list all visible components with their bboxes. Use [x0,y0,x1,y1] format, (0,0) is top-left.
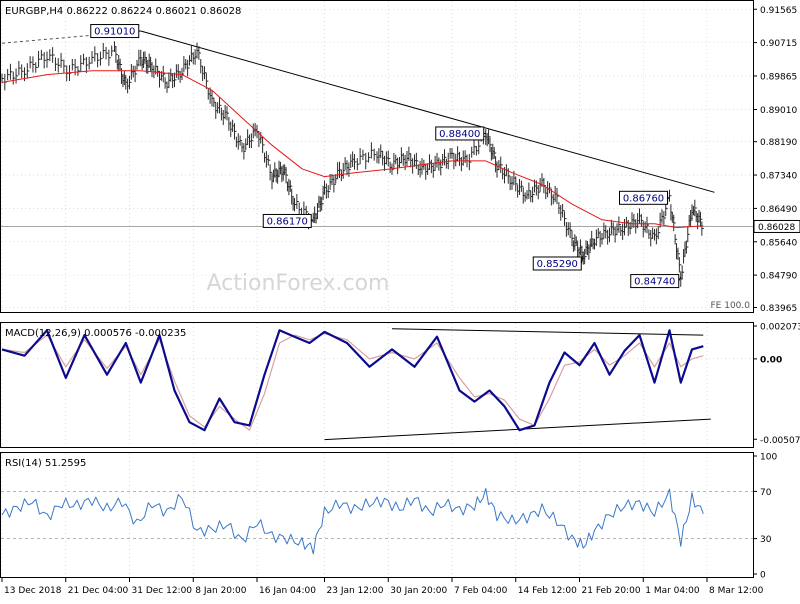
x-tick-label: 21 Dec 04:00 [68,586,129,596]
watermark: ActionForex.com [207,271,390,296]
callout-label: 0.86760 [623,193,664,204]
rsi-panel-frame [0,452,754,578]
x-tick-label: 8 Jan 20:00 [195,586,247,596]
last-price-label: 0.86028 [758,223,795,233]
price-tick-label: 0.91565 [760,6,797,16]
callout-label: 0.86170 [267,216,308,227]
rsi-tick-label: 70 [760,488,772,498]
x-tick-label: 30 Jan 20:00 [390,586,447,596]
price-tick-label: 0.84790 [760,272,797,282]
x-tick-label: 8 Mar 12:00 [709,586,764,596]
x-tick-label: 14 Feb 12:00 [518,586,577,596]
price-header: EURGBP,H4 0.86222 0.86224 0.86021 0.8602… [5,6,241,17]
callout-label: 0.88400 [439,129,480,140]
price-tick-label: 0.85640 [760,238,797,248]
macd-header: MACD(12,26,9) 0.000576 -0.000235 [5,328,186,339]
rsi-tick-label: 30 [760,535,772,545]
price-tick-label: 0.86490 [760,205,797,215]
price-tick-label: 0.89865 [760,72,797,82]
rsi-header: RSI(14) 51.2595 [5,458,86,469]
x-tick-label: 13 Dec 2018 [4,586,62,596]
callout-label: 0.85290 [537,259,578,270]
rsi-tick-label: 0 [760,571,766,581]
macd-tick-label: 0.00 [760,355,782,365]
price-tick-label: 0.87340 [760,172,797,182]
price-tick-label: 0.83965 [760,304,797,314]
callout-label: 0.91010 [94,27,135,38]
x-tick-label: 1 Mar 04:00 [645,586,700,596]
x-tick-label: 23 Jan 12:00 [327,586,384,596]
forex-chart: 0.91010 0.86170 0.88400 0.85290 0.86760 0.847… [0,0,800,596]
price-tick-label: 0.90715 [760,39,797,49]
rsi-tick-label: 100 [760,453,777,463]
x-tick-label: 7 Feb 04:00 [454,586,508,596]
price-tick-label: 0.89010 [760,106,797,116]
x-axis: 13 Dec 2018 21 Dec 04:00 31 Dec 12:00 8 Jan… [1,578,764,596]
fe-label: FE 100.0 [711,301,751,311]
macd-tick-label: 0.002073 [760,323,800,333]
macd-tick-label: -0.005074 [760,436,800,446]
x-tick-label: 31 Dec 12:00 [132,586,193,596]
chart-stage: 0.91010 0.86170 0.88400 0.85290 0.86760 0.847… [0,0,800,600]
price-tick-label: 0.88190 [760,138,797,148]
x-tick-label: 16 Jan 04:00 [259,586,316,596]
x-tick-label: 21 Feb 20:00 [582,586,641,596]
callout-label: 0.84740 [634,277,675,288]
